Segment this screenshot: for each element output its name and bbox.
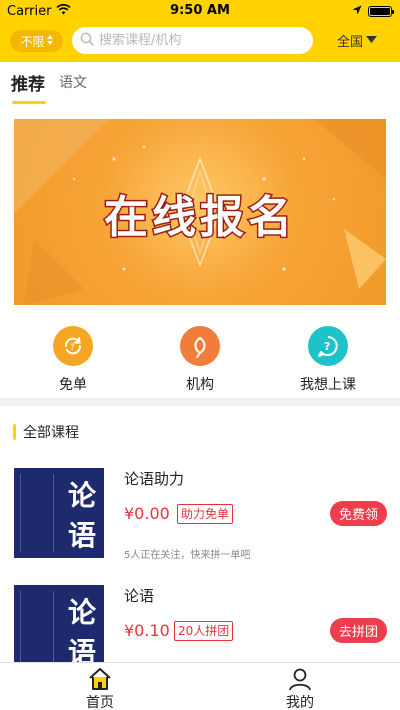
course-name: 论语 — [124, 587, 155, 605]
region-label: 全国 — [337, 35, 364, 50]
quick-link-want-class[interactable]: ? 我想上课 — [288, 326, 368, 394]
course-cover: 论 语 — [14, 585, 104, 662]
caret-down-icon — [366, 33, 378, 48]
active-tab-indicator — [12, 101, 46, 104]
cover-text: 论 — [67, 479, 96, 512]
tab-chinese[interactable]: 语文 — [59, 72, 87, 92]
filter-button[interactable]: 不限 — [10, 30, 63, 52]
course-tag: 助力免单 — [177, 504, 234, 524]
search-input[interactable] — [99, 33, 299, 48]
tab-recommend[interactable]: 推荐 — [11, 70, 45, 95]
category-tabs: 推荐 语文 — [0, 62, 400, 106]
quick-link-label: 我想上课 — [300, 377, 356, 393]
banner-title: 在线报名 — [103, 191, 296, 245]
course-meta: 5人正在关注，快来拼一单吧 — [124, 550, 251, 561]
claim-free-button[interactable]: 免费领 — [330, 501, 387, 526]
group-buy-button[interactable]: 去拼团 — [330, 618, 387, 643]
cover-text: 语 — [67, 636, 96, 662]
search-icon — [80, 31, 94, 50]
nav-home[interactable]: 首页 — [60, 667, 140, 710]
bottom-nav: 首页 我的 — [0, 662, 400, 710]
svg-text:?: ? — [324, 340, 330, 353]
course-name: 论语助力 — [124, 470, 185, 488]
status-time: 9:50 AM — [170, 3, 230, 18]
sort-arrows-icon — [46, 34, 53, 48]
course-card[interactable]: 论 语 论语助力 ¥0.00 助力免单 免费领 5人正在关注，快来拼一单吧 — [0, 468, 400, 568]
quick-link-label: 免单 — [59, 377, 87, 393]
course-card[interactable]: 论 语 论语 ¥0.10 20人拼团 去拼团 — [0, 585, 400, 662]
quick-links: ? 免单 机构 ? 我想上课 — [0, 316, 400, 398]
section-header: 全部课程 — [13, 422, 79, 442]
courses-section: 全部课程 论 语 论语助力 ¥0.00 助力免单 免费领 5人正在关注，快来拼一… — [0, 406, 400, 662]
search-row: 不限 全国 — [0, 27, 400, 55]
quick-link-free[interactable]: ? 免单 — [33, 326, 113, 394]
nav-label: 首页 — [86, 695, 114, 710]
section-accent-bar — [13, 424, 16, 440]
quick-link-institution[interactable]: 机构 — [160, 326, 240, 394]
svg-text:?: ? — [70, 343, 75, 353]
battery-icon — [368, 5, 394, 17]
banner-section: 在线报名 — [0, 106, 400, 316]
top-bar: Carrier 9:50 AM 不限 全国 — [0, 0, 400, 62]
region-selector[interactable]: 全国 — [337, 31, 378, 50]
search-box[interactable] — [72, 27, 313, 54]
nav-label: 我的 — [286, 695, 314, 710]
promo-banner[interactable]: 在线报名 — [14, 119, 386, 305]
course-tag: 20人拼团 — [174, 621, 234, 641]
nav-profile[interactable]: 我的 — [260, 667, 340, 710]
cover-text: 语 — [67, 519, 96, 552]
course-cover: 论 语 — [14, 468, 104, 558]
filter-label: 不限 — [20, 34, 45, 49]
profile-icon — [260, 667, 340, 691]
status-bar: Carrier 9:50 AM — [0, 0, 400, 22]
course-price: ¥0.00 — [124, 504, 170, 523]
quick-link-label: 机构 — [186, 377, 214, 393]
cover-text: 论 — [67, 596, 96, 629]
leaf-icon — [180, 326, 220, 366]
home-icon — [60, 667, 140, 691]
section-title: 全部课程 — [23, 425, 79, 441]
refresh-coupon-icon: ? — [53, 326, 93, 366]
question-bubble-icon: ? — [308, 326, 348, 366]
course-price: ¥0.10 — [124, 621, 170, 640]
